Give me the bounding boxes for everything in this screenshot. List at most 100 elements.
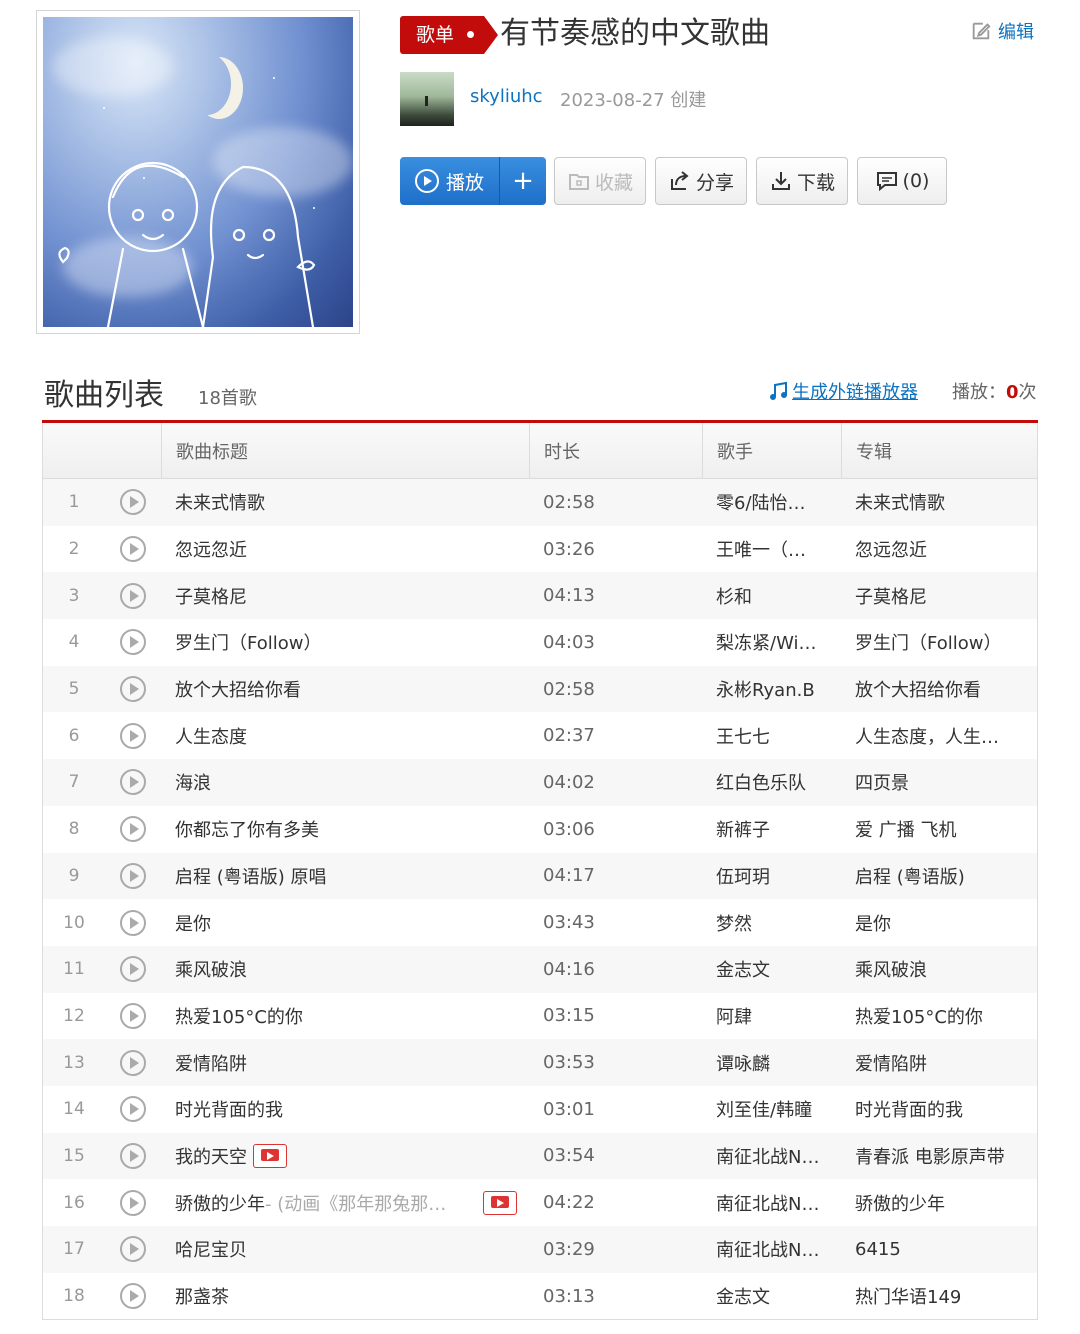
table-row[interactable]: 11 乘风破浪 04:16 金志文 乘风破浪 bbox=[43, 945, 1037, 993]
song-play-button[interactable] bbox=[105, 956, 161, 983]
song-artist[interactable]: 南征北战N… bbox=[702, 1143, 841, 1169]
song-title[interactable]: 骄傲的少年 bbox=[175, 1190, 265, 1216]
table-row[interactable]: 2 忽远忽近 03:26 王唯一（… 忽远忽近 bbox=[43, 526, 1037, 573]
table-row[interactable]: 15 我的天空 03:54 南征北战N… 青春派 电影原声带 bbox=[43, 1132, 1037, 1180]
table-row[interactable]: 10 是你 03:43 梦然 是你 bbox=[43, 899, 1037, 946]
creator-name[interactable]: skyliuhc bbox=[470, 86, 543, 107]
table-row[interactable]: 13 爱情陷阱 03:53 谭咏麟 爱情陷阱 bbox=[43, 1039, 1037, 1086]
song-title[interactable]: 乘风破浪 bbox=[175, 956, 247, 982]
song-title[interactable]: 罗生门（Follow） bbox=[175, 629, 321, 655]
song-artist[interactable]: 梨冻紧/Wi… bbox=[702, 629, 841, 655]
song-artist[interactable]: 杉和 bbox=[702, 583, 841, 609]
song-album[interactable]: 6415 bbox=[841, 1239, 1037, 1260]
table-row[interactable]: 1 未来式情歌 02:58 零6/陆怡… 未来式情歌 bbox=[43, 479, 1037, 526]
song-play-button[interactable] bbox=[105, 1049, 161, 1076]
song-album[interactable]: 人生态度，人生… bbox=[841, 723, 1037, 749]
song-title[interactable]: 启程 (粤语版) 原唱 bbox=[175, 863, 327, 889]
song-play-button[interactable] bbox=[105, 722, 161, 749]
song-title[interactable]: 海浪 bbox=[175, 769, 211, 795]
table-row[interactable]: 9 启程 (粤语版) 原唱 04:17 伍珂玥 启程 (粤语版) bbox=[43, 852, 1037, 900]
table-row[interactable]: 16 骄傲的少年 - (动画《那年那兔那… 04:22 南征北战N… 骄傲的少年 bbox=[43, 1179, 1037, 1226]
song-title[interactable]: 那盏茶 bbox=[175, 1283, 229, 1309]
song-artist[interactable]: 金志文 bbox=[702, 1283, 841, 1309]
table-row[interactable]: 6 人生态度 02:37 王七七 人生态度，人生… bbox=[43, 712, 1037, 759]
song-play-button[interactable] bbox=[105, 489, 161, 516]
share-button[interactable]: 分享 bbox=[655, 157, 747, 205]
table-row[interactable]: 17 哈尼宝贝 03:29 南征北战N… 6415 bbox=[43, 1226, 1037, 1273]
song-artist[interactable]: 永彬Ryan.B bbox=[702, 676, 841, 702]
table-row[interactable]: 8 你都忘了你有多美 03:06 新裤子爱 广播 飞机 bbox=[43, 806, 1037, 853]
table-row[interactable]: 3 子莫格尼 04:13 杉和 子莫格尼 bbox=[43, 572, 1037, 620]
song-album[interactable]: 时光背面的我 bbox=[841, 1096, 1037, 1122]
play-button[interactable]: 播放 bbox=[400, 157, 500, 205]
song-album[interactable]: 罗生门（Follow） bbox=[841, 629, 1037, 655]
song-play-button[interactable] bbox=[105, 676, 161, 703]
song-title[interactable]: 你都忘了你有多美 bbox=[175, 816, 319, 842]
table-row[interactable]: 4 罗生门（Follow） 04:03 梨冻紧/Wi… 罗生门（Follow） bbox=[43, 619, 1037, 666]
song-album[interactable]: 爱 广播 飞机 bbox=[841, 816, 1037, 842]
song-album[interactable]: 放个大招给你看 bbox=[841, 676, 1037, 702]
edit-link[interactable]: 编辑 bbox=[970, 18, 1034, 44]
song-album[interactable]: 忽远忽近 bbox=[841, 536, 1037, 562]
song-title[interactable]: 子莫格尼 bbox=[175, 583, 247, 609]
table-row[interactable]: 5 放个大招给你看 02:58 永彬Ryan.B 放个大招给你看 bbox=[43, 665, 1037, 713]
song-title[interactable]: 哈尼宝贝 bbox=[175, 1236, 247, 1262]
song-play-button[interactable] bbox=[105, 1283, 161, 1310]
song-play-button[interactable] bbox=[105, 769, 161, 796]
song-artist[interactable]: 零6/陆怡… bbox=[702, 489, 841, 515]
add-to-queue-button[interactable]: + bbox=[500, 157, 546, 205]
song-artist[interactable]: 王唯一（… bbox=[702, 536, 841, 562]
song-play-button[interactable] bbox=[105, 582, 161, 609]
table-row[interactable]: 7 海浪 04:02 红白色乐队 四页景 bbox=[43, 759, 1037, 806]
song-play-button[interactable] bbox=[105, 1002, 161, 1029]
download-button[interactable]: 下载 bbox=[756, 157, 848, 205]
song-title[interactable]: 爱情陷阱 bbox=[175, 1050, 247, 1076]
comment-button[interactable]: (0) bbox=[857, 157, 947, 205]
external-player-link[interactable]: 生成外链播放器 bbox=[768, 378, 918, 404]
mv-icon[interactable] bbox=[253, 1143, 287, 1168]
song-title[interactable]: 时光背面的我 bbox=[175, 1096, 283, 1122]
song-artist[interactable]: 南征北战N… bbox=[702, 1236, 841, 1262]
song-artist[interactable]: 梦然 bbox=[702, 910, 841, 936]
song-artist[interactable]: 伍珂玥 bbox=[702, 863, 841, 889]
song-album[interactable]: 热爱105°C的你 bbox=[841, 1003, 1037, 1029]
song-play-button[interactable] bbox=[105, 1236, 161, 1263]
song-play-button[interactable] bbox=[105, 816, 161, 843]
song-title[interactable]: 热爱105°C的你 bbox=[175, 1003, 303, 1029]
table-row[interactable]: 18 那盏茶 03:13 金志文 热门华语149 bbox=[43, 1273, 1037, 1320]
song-album[interactable]: 未来式情歌 bbox=[841, 489, 1037, 515]
song-artist[interactable]: 刘至佳/韩瞳 bbox=[702, 1096, 841, 1122]
song-play-button[interactable] bbox=[105, 862, 161, 889]
song-artist[interactable]: 金志文 bbox=[702, 956, 841, 982]
song-artist[interactable]: 阿肆 bbox=[702, 1003, 841, 1029]
song-album[interactable]: 青春派 电影原声带 bbox=[841, 1143, 1037, 1169]
song-play-button[interactable] bbox=[105, 536, 161, 563]
song-artist[interactable]: 南征北战N… bbox=[702, 1190, 841, 1216]
song-album[interactable]: 爱情陷阱 bbox=[841, 1050, 1037, 1076]
song-title[interactable]: 人生态度 bbox=[175, 723, 247, 749]
song-album[interactable]: 四页景 bbox=[841, 769, 1037, 795]
song-title[interactable]: 未来式情歌 bbox=[175, 489, 265, 515]
collect-button[interactable]: 收藏 bbox=[554, 157, 646, 205]
creator-avatar[interactable] bbox=[400, 72, 454, 126]
song-play-button[interactable] bbox=[105, 909, 161, 936]
song-album[interactable]: 是你 bbox=[841, 910, 1037, 936]
song-album[interactable]: 骄傲的少年 bbox=[841, 1190, 1037, 1216]
mv-icon[interactable] bbox=[483, 1190, 517, 1215]
song-artist[interactable]: 新裤子 bbox=[702, 816, 841, 842]
song-album[interactable]: 乘风破浪 bbox=[841, 956, 1037, 982]
song-artist[interactable]: 谭咏麟 bbox=[702, 1050, 841, 1076]
song-title[interactable]: 放个大招给你看 bbox=[175, 676, 301, 702]
song-title[interactable]: 是你 bbox=[175, 910, 211, 936]
song-album[interactable]: 启程 (粤语版) bbox=[841, 863, 1037, 889]
song-artist[interactable]: 红白色乐队 bbox=[702, 769, 841, 795]
song-album[interactable]: 子莫格尼 bbox=[841, 583, 1037, 609]
song-play-button[interactable] bbox=[105, 1096, 161, 1123]
table-row[interactable]: 12 热爱105°C的你 03:15 阿肆 热爱105°C的你 bbox=[43, 993, 1037, 1040]
table-row[interactable]: 14 时光背面的我 03:01 刘至佳/韩瞳 时光背面的我 bbox=[43, 1086, 1037, 1133]
song-album[interactable]: 热门华语149 bbox=[841, 1283, 1037, 1309]
song-play-button[interactable] bbox=[105, 1189, 161, 1216]
song-artist[interactable]: 王七七 bbox=[702, 723, 841, 749]
song-title[interactable]: 我的天空 bbox=[175, 1143, 247, 1169]
song-title[interactable]: 忽远忽近 bbox=[175, 536, 247, 562]
